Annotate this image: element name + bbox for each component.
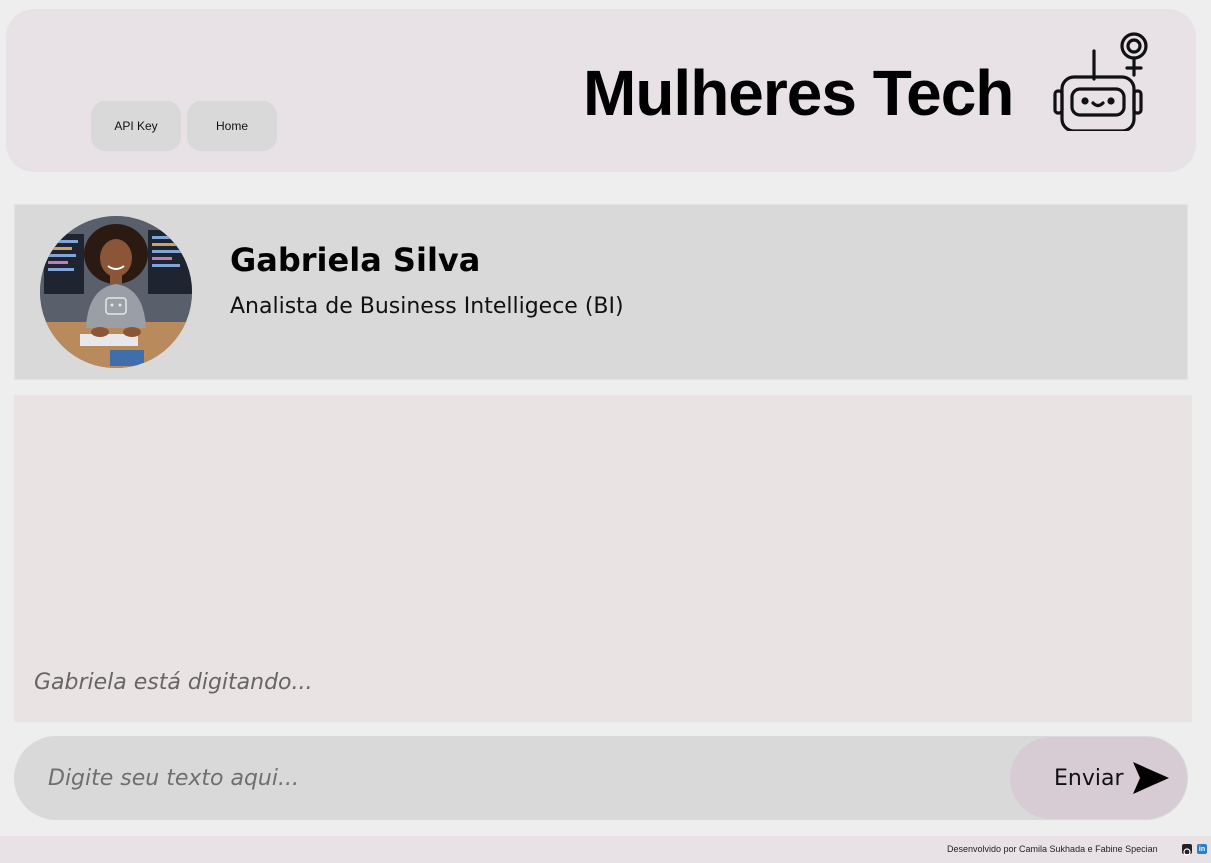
message-input[interactable] [32, 748, 992, 808]
api-key-button[interactable]: API Key [91, 101, 181, 151]
send-arrow-icon [1132, 762, 1169, 794]
send-button-label: Enviar [1054, 765, 1124, 791]
home-button[interactable]: Home [187, 101, 277, 151]
app-header: API Key Home Mulheres Tech [6, 9, 1196, 172]
page-footer: Desenvolvido por Camila Sukhada e Fabine… [0, 836, 1211, 863]
send-button[interactable]: Enviar [1010, 737, 1187, 819]
profile-name: Gabriela Silva [230, 241, 481, 279]
linkedin-icon[interactable]: in [1197, 844, 1207, 854]
avatar [40, 216, 192, 368]
github-icon[interactable] [1182, 844, 1192, 856]
robot-female-icon [1053, 32, 1148, 131]
typing-indicator: Gabriela está digitando... [34, 670, 313, 695]
chat-messages-area: Gabriela está digitando... [14, 395, 1192, 722]
profile-card: Gabriela Silva Analista de Business Inte… [14, 204, 1188, 380]
profile-role: Analista de Business Intelligece (BI) [230, 294, 624, 319]
footer-credits: Desenvolvido por Camila Sukhada e Fabine… [947, 844, 1158, 854]
message-composer: Enviar [14, 736, 1188, 820]
brand-title: Mulheres Tech [583, 57, 1014, 129]
